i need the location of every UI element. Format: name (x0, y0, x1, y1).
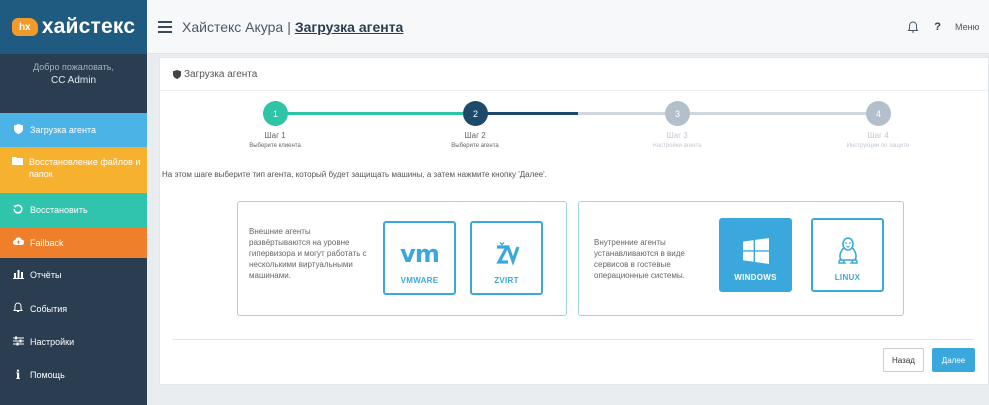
step-subtitle: Инструкции по защите (846, 143, 910, 149)
agent-label: ZVIRT (494, 276, 519, 285)
sidebar-item-label: Восстановить (30, 205, 88, 215)
step-connector-2a (475, 112, 578, 115)
notifications-bell-icon[interactable] (906, 20, 920, 34)
shield-icon (173, 70, 181, 79)
breadcrumb: Хайстекс Акура | Загрузка агента (182, 19, 403, 35)
sidebar-item-settings[interactable]: Настройки (0, 327, 147, 357)
sidebar-item-help[interactable]: i Помощь (0, 360, 147, 390)
sidebar-item-label: Загрузка агента (30, 125, 96, 135)
brand-badge-icon: hx (11, 18, 38, 36)
cloud-upload-icon (12, 237, 24, 248)
step-1-indicator: 1 (263, 101, 288, 126)
agent-option-windows[interactable]: WINDOWS (719, 218, 792, 292)
wizard-panel: Загрузка агента 1 2 3 4 Шаг 1 Выберите к… (159, 57, 989, 385)
restore-icon (12, 203, 24, 217)
agent-label: WINDOWS (734, 273, 777, 282)
sidebar-item-label: Восстановление файлов и папок (29, 157, 141, 179)
breadcrumb-app: Хайстекс Акура (182, 18, 284, 35)
panel-title: Загрузка агента (184, 69, 258, 80)
step-connector-2b (578, 112, 878, 115)
agent-option-zvirt[interactable]: ZVIRT (470, 221, 543, 295)
internal-agents-description: Внутренние агенты устанавливаются в виде… (594, 238, 685, 280)
step-3-label: Шаг 3 Настройки агента (622, 131, 732, 149)
linux-tux-icon (837, 230, 859, 272)
sidebar-item-label: Настройки (30, 337, 75, 347)
step-title: Шаг 4 (867, 131, 889, 140)
shield-icon (12, 123, 24, 137)
sidebar-item-label: События (30, 304, 68, 314)
step-subtitle: Настройки агента (652, 143, 702, 149)
back-button[interactable]: Назад (883, 348, 924, 372)
bell-icon (12, 302, 24, 316)
step-3-indicator: 3 (665, 101, 690, 126)
top-header: Хайстекс Акура | Загрузка агента ? Меню (147, 0, 989, 54)
sidebar-item-label: Отчёты (30, 270, 62, 280)
step-subtitle: Выберите клиента (249, 143, 301, 149)
sidebar-item-label: Помощь (30, 370, 65, 380)
panel-heading: Загрузка агента (173, 69, 257, 80)
step-subtitle: Выберите агента (451, 143, 499, 149)
hamburger-menu-icon[interactable] (158, 18, 172, 36)
breadcrumb-separator: | (287, 18, 291, 35)
agent-option-vmware[interactable]: vm VMWARE (383, 221, 456, 295)
help-button[interactable]: ? (934, 21, 941, 33)
windows-logo-icon (742, 230, 769, 272)
step-connector-1 (263, 112, 475, 115)
brand-logo[interactable]: hx хайстекс (0, 0, 147, 54)
sidebar-item-file-restore[interactable]: Восстановление файлов и папок (0, 147, 147, 193)
info-icon: i (15, 368, 21, 382)
step-4-label: Шаг 4 Инструкции по защите (823, 131, 933, 149)
next-button[interactable]: Далее (932, 348, 975, 372)
sidebar-item-restore[interactable]: Восстановить (0, 193, 147, 227)
step-title: Шаг 2 (464, 131, 486, 140)
step-2-indicator: 2 (463, 101, 488, 126)
welcome-block: Добро пожаловать, CC Admin (0, 54, 147, 110)
menu-button[interactable]: Меню (955, 22, 989, 32)
internal-agents-group: Внутренние агенты устанавливаются в виде… (578, 201, 904, 316)
step-1-label: Шаг 1 Выберите клиента (220, 131, 330, 149)
sidebar-item-failback[interactable]: Failback (0, 227, 147, 258)
vmware-logo-icon: vm (400, 240, 440, 268)
welcome-greeting: Добро пожаловать, (33, 62, 114, 72)
step-4-indicator: 4 (866, 101, 891, 126)
divider (172, 339, 973, 340)
zvirt-logo-icon (494, 233, 520, 275)
external-agents-group: Внешние агенты развёртываются на уровне … (237, 201, 567, 316)
brand-name: хайстекс (41, 15, 136, 38)
sidebar-item-events[interactable]: События (0, 294, 147, 324)
agent-label: VMWARE (400, 276, 439, 285)
instruction-text: На этом шаге выберите тип агента, которы… (162, 170, 547, 179)
sidebar-item-label: Failback (30, 237, 64, 248)
agent-label: LINUX (834, 273, 861, 282)
sliders-icon (12, 336, 24, 349)
external-agents-description: Внешние агенты развёртываются на уровне … (249, 227, 367, 280)
breadcrumb-current[interactable]: Загрузка агента (295, 19, 404, 35)
folder-icon (12, 156, 23, 169)
agent-option-linux[interactable]: LINUX (811, 218, 884, 292)
step-title: Шаг 1 (264, 131, 286, 140)
divider (160, 90, 988, 91)
user-name: CC Admin (50, 75, 96, 86)
sidebar-item-reports[interactable]: Отчёты (0, 260, 147, 290)
sidebar: hx хайстекс Добро пожаловать, CC Admin З… (0, 0, 147, 405)
step-2-label: Шаг 2 Выберите агента (420, 131, 530, 149)
sidebar-item-agent-download[interactable]: Загрузка агента (0, 113, 147, 147)
bar-chart-icon (12, 269, 24, 282)
step-title: Шаг 3 (666, 131, 688, 140)
